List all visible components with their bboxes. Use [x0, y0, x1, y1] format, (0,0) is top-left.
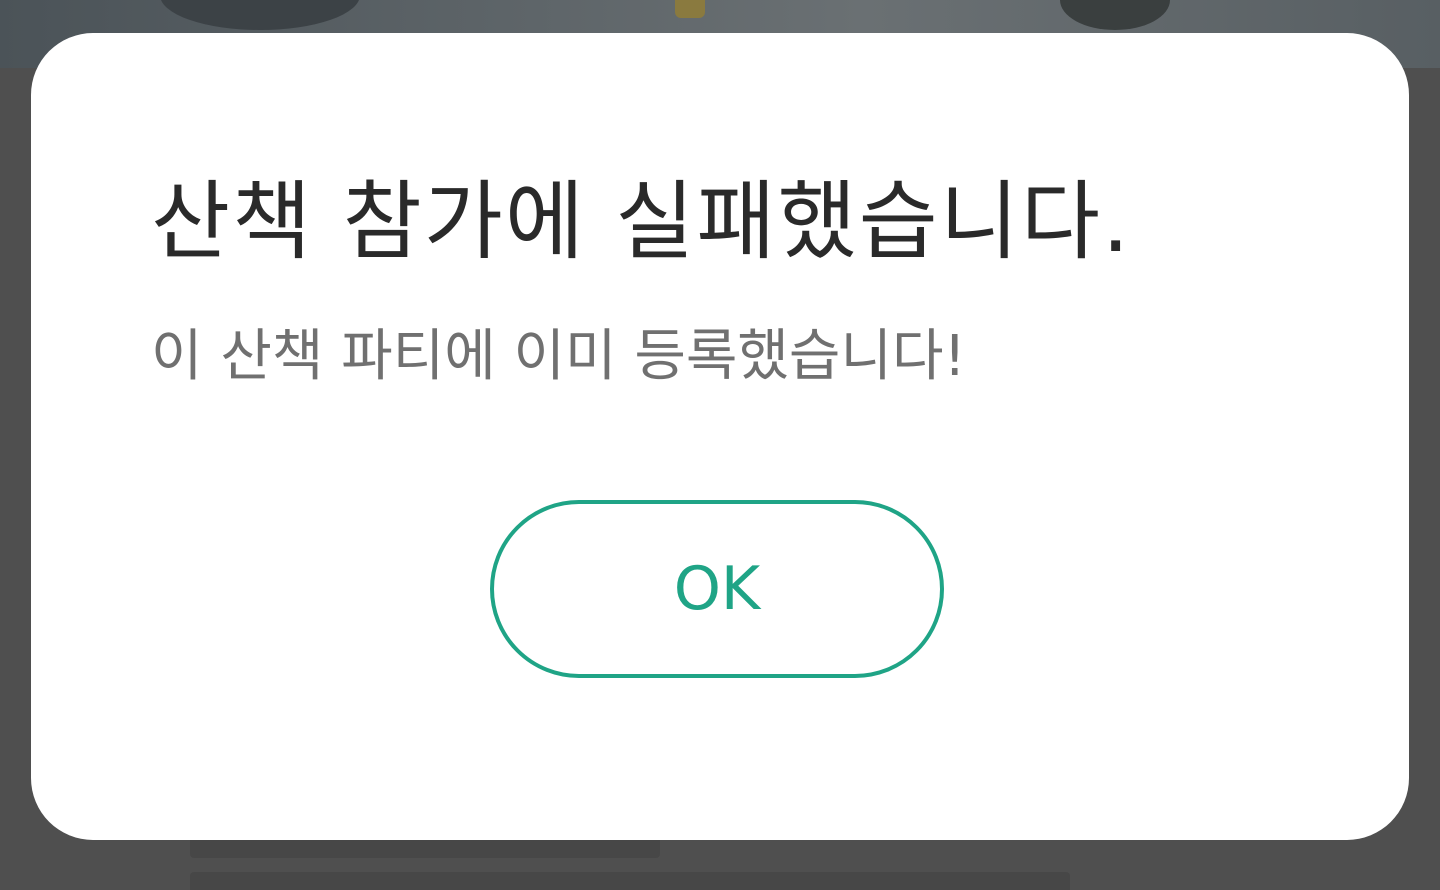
background-figure: [675, 0, 705, 18]
screen: 산책 참가에 실패했습니다. 이 산책 파티에 이미 등록했습니다! OK: [0, 0, 1440, 890]
dialog-title: 산책 참가에 실패했습니다.: [151, 172, 1132, 272]
background-content: [190, 872, 1070, 890]
background-figure: [160, 0, 360, 30]
ok-button[interactable]: OK: [490, 500, 944, 678]
alert-dialog: 산책 참가에 실패했습니다. 이 산책 파티에 이미 등록했습니다! OK: [31, 33, 1409, 840]
background-figure: [1060, 0, 1170, 30]
dialog-message: 이 산책 파티에 이미 등록했습니다!: [151, 324, 966, 389]
